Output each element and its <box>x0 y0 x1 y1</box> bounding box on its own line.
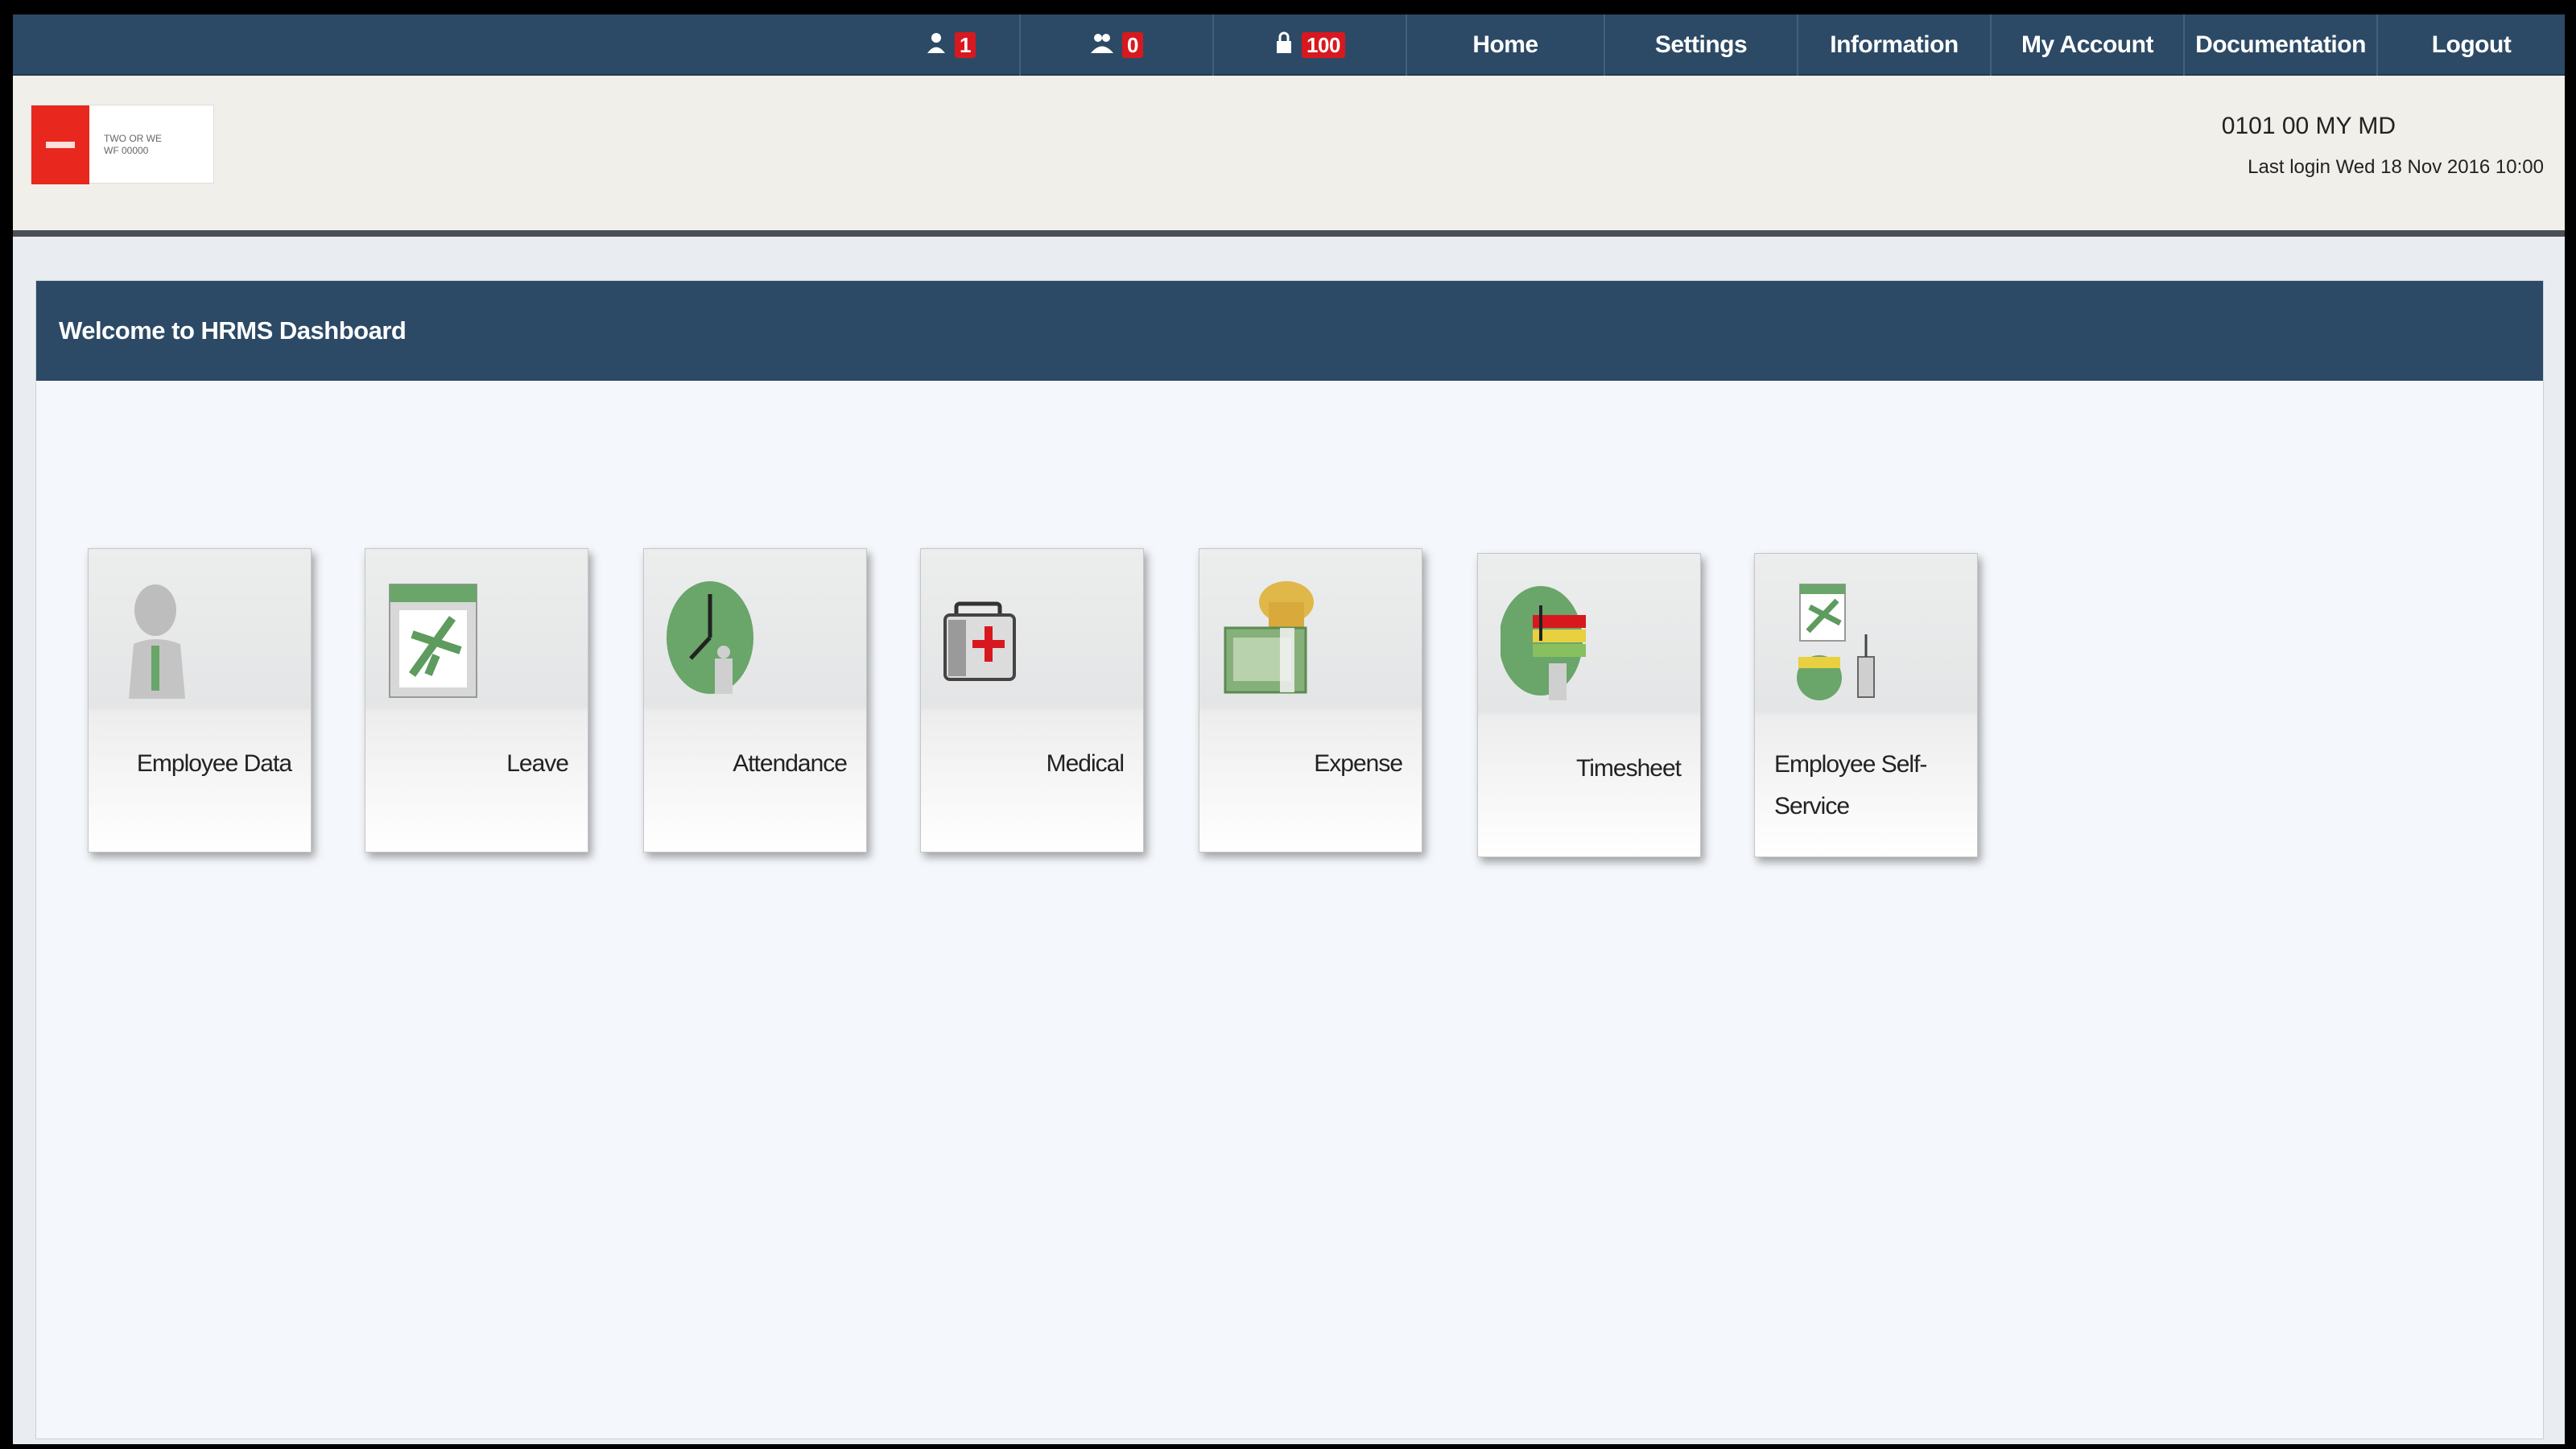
nav-documentation[interactable]: Documentation <box>2183 14 2376 76</box>
user-name: 0101 00 MY MD <box>2221 113 2396 139</box>
nav-notification-group[interactable]: 0 <box>1019 14 1212 76</box>
header-band: TWO OR WE WF 00000 0101 00 MY MD Last lo… <box>13 76 2565 237</box>
nav-settings[interactable]: Settings <box>1604 14 1797 76</box>
leave-icon <box>388 578 493 699</box>
tile-employee-self-service[interactable]: Employee Self-Service <box>1754 553 1978 857</box>
app-window: 1 0 100 Home Settings Information My Acc… <box>13 14 2565 1444</box>
tile-medical[interactable]: Medical <box>920 548 1144 852</box>
tile-label: Attendance <box>733 750 848 777</box>
logo-mark <box>31 105 89 184</box>
tile-employee-data[interactable]: Employee Data <box>88 548 312 852</box>
nav-logout[interactable]: Logout <box>2376 14 2565 76</box>
tile-expense[interactable]: Expense <box>1199 548 1422 852</box>
lock-icon <box>1274 31 1294 60</box>
attendance-icon <box>667 578 771 699</box>
tile-label: Timesheet <box>1576 755 1682 782</box>
group-count-badge: 0 <box>1122 32 1143 58</box>
tile-label: Employee Data <box>136 750 292 777</box>
medical-icon <box>943 578 1048 699</box>
tile-label: Expense <box>1314 750 1403 777</box>
tile-label: Medical <box>1046 750 1125 777</box>
self-service-icon <box>1777 583 1882 704</box>
top-nav: 1 0 100 Home Settings Information My Acc… <box>13 14 2565 76</box>
timesheet-icon <box>1499 583 1605 704</box>
nav-information[interactable]: Information <box>1797 14 1990 76</box>
tile-label: Leave <box>506 750 569 777</box>
dashboard-panel: Welcome to HRMS Dashboard Employee Data <box>35 280 2544 1439</box>
lock-count-badge: 100 <box>1302 32 1345 58</box>
panel-title: Welcome to HRMS Dashboard <box>36 281 2543 381</box>
nav-home[interactable]: Home <box>1406 14 1604 76</box>
company-logo[interactable]: TWO OR WE WF 00000 <box>31 105 214 184</box>
tile-leave[interactable]: Leave <box>365 548 588 852</box>
logo-text: TWO OR WE WF 00000 <box>104 133 162 156</box>
group-icon <box>1090 31 1114 60</box>
tile-timesheet[interactable]: Timesheet <box>1477 553 1701 857</box>
tile-attendance[interactable]: Attendance <box>643 548 867 852</box>
nav-notification-lock[interactable]: 100 <box>1212 14 1406 76</box>
notification-count-badge: 1 <box>955 32 976 58</box>
last-login-text: Last login Wed 18 Nov 2016 10:00 <box>2248 156 2544 178</box>
user-alert-icon <box>926 31 947 60</box>
expense-icon <box>1222 578 1327 699</box>
nav-my-account[interactable]: My Account <box>1990 14 2183 76</box>
tile-label: Employee Self-Service <box>1774 751 1927 819</box>
nav-notification-user[interactable]: 1 <box>882 14 1019 76</box>
employee-icon <box>111 578 216 699</box>
